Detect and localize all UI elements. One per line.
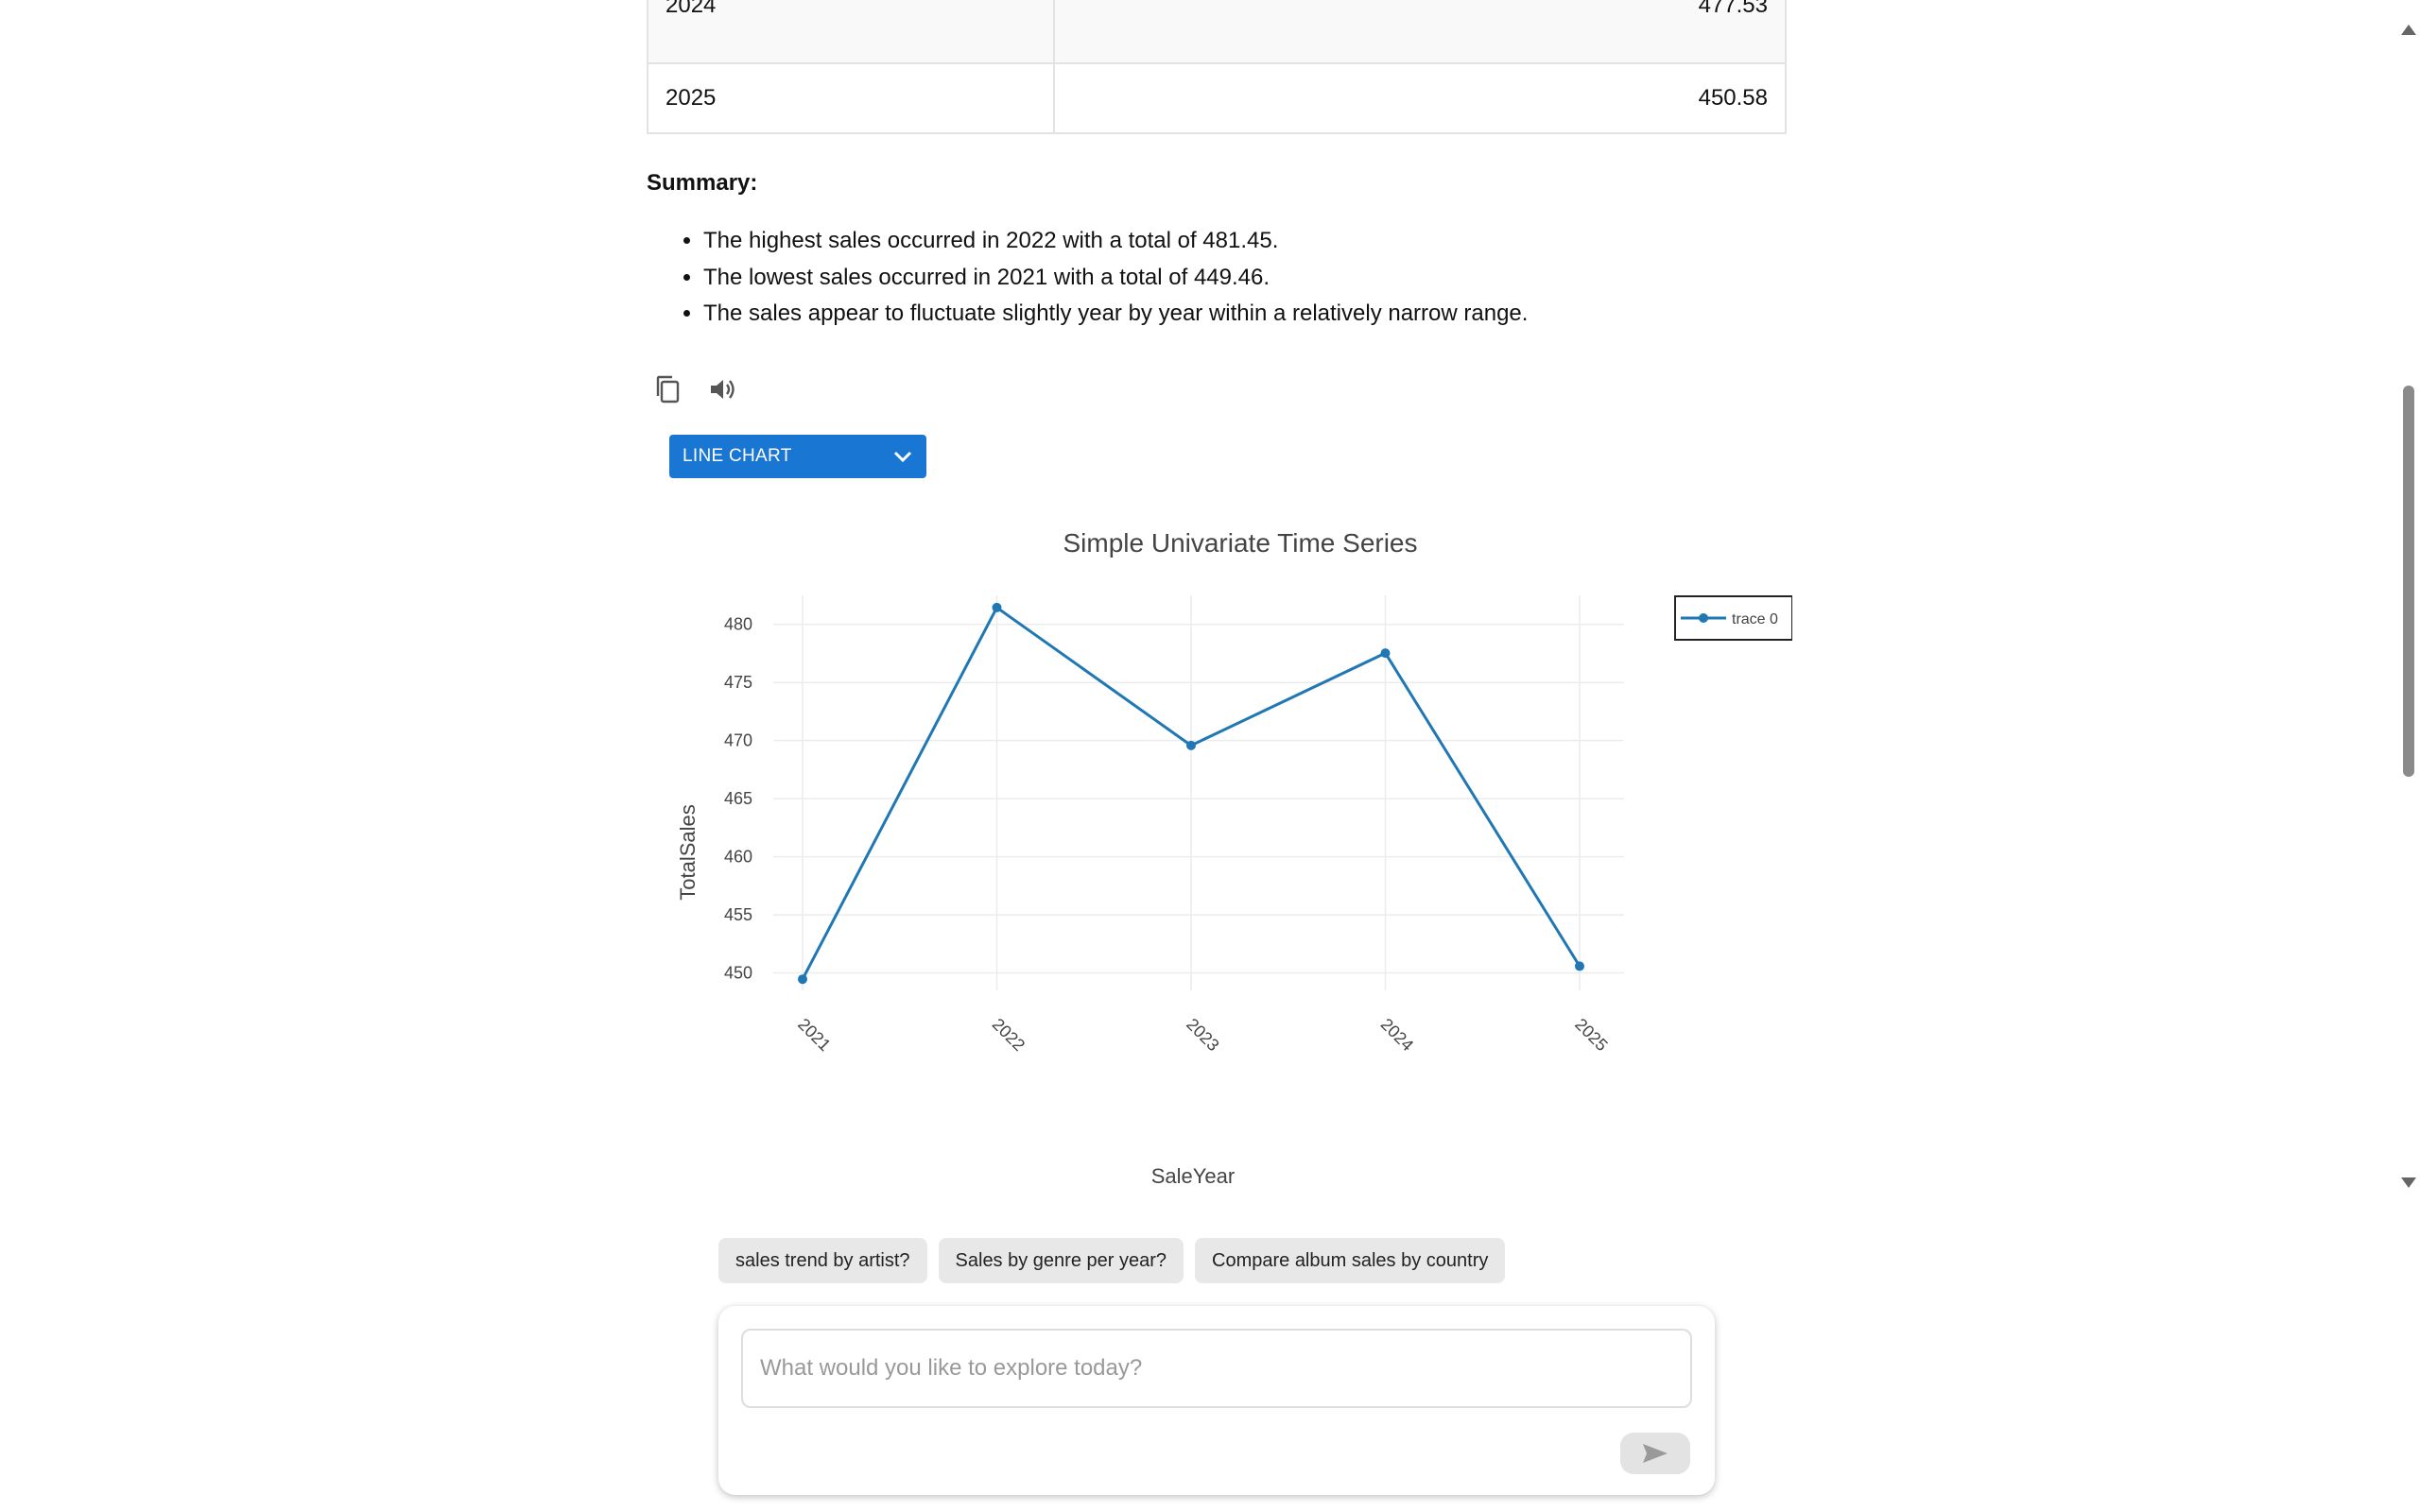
- suggestion-chips: sales trend by artist? Sales by genre pe…: [718, 1238, 1506, 1283]
- read-aloud-button[interactable]: [701, 369, 743, 410]
- legend-label: trace 0: [1732, 611, 1778, 627]
- x-tick-label: 2021: [794, 1015, 834, 1055]
- speaker-icon: [711, 380, 735, 399]
- copy-button[interactable]: [647, 369, 688, 410]
- summary-title: Summary:: [647, 170, 758, 196]
- x-axis-label: SaleYear: [1151, 1164, 1235, 1188]
- data-point[interactable]: [798, 974, 807, 985]
- summary-item: The sales appear to fluctuate slightly y…: [703, 296, 1528, 333]
- chart-title: Simple Univariate Time Series: [1063, 528, 1417, 558]
- chat-input[interactable]: [741, 1329, 1692, 1408]
- table-cell-total: 450.58: [1053, 62, 1787, 134]
- suggestion-chip[interactable]: sales trend by artist?: [718, 1238, 927, 1283]
- table-cell-total: 477.53: [1698, 0, 1768, 18]
- suggestion-chip[interactable]: Sales by genre per year?: [938, 1238, 1184, 1283]
- summary-list: The highest sales occurred in 2022 with …: [647, 223, 1528, 333]
- chevron-down-icon: [893, 451, 912, 463]
- y-tick-label: 470: [724, 731, 752, 750]
- table-row: 2025 450.58: [647, 62, 1787, 134]
- x-tick-label: 2025: [1571, 1015, 1611, 1055]
- chart-svg: Simple Univariate Time Series 450 455 460 4…: [676, 528, 1792, 1188]
- y-tick-label: 450: [724, 964, 752, 983]
- data-point[interactable]: [992, 602, 1002, 612]
- scroll-thumb[interactable]: [2403, 386, 2414, 777]
- y-tick-label: 460: [724, 848, 752, 867]
- x-tick-label: 2023: [1183, 1015, 1222, 1055]
- y-tick-label: 480: [724, 615, 752, 634]
- x-tick-label: 2024: [1377, 1015, 1417, 1055]
- summary-item: The lowest sales occurred in 2021 with a…: [703, 260, 1528, 297]
- scroll-up-arrow[interactable]: [2401, 25, 2416, 35]
- y-axis-label: TotalSales: [676, 804, 700, 901]
- y-tick-label: 465: [724, 789, 752, 808]
- scrollbar[interactable]: [2397, 0, 2420, 1198]
- sales-table: 2024 477.53 2025 450.58: [647, 0, 1787, 134]
- data-point[interactable]: [1186, 740, 1196, 750]
- y-tick-label: 455: [724, 905, 752, 924]
- chart-legend[interactable]: trace 0: [1674, 595, 1792, 641]
- suggestion-chip[interactable]: Compare album sales by country: [1195, 1238, 1506, 1283]
- line-chart: Simple Univariate Time Series 450 455 460 4…: [647, 510, 1792, 1200]
- data-point[interactable]: [1575, 961, 1584, 971]
- table-cell-year: 2025: [647, 62, 1055, 134]
- chart-type-select[interactable]: LINE CHART: [669, 435, 926, 478]
- send-icon: [1643, 1444, 1668, 1463]
- summary-item: The highest sales occurred in 2022 with …: [703, 223, 1528, 260]
- table-row: 2024 477.53: [647, 0, 1787, 64]
- chart-type-value: LINE CHART: [683, 446, 792, 466]
- copy-icon: [656, 375, 680, 404]
- send-button[interactable]: [1620, 1433, 1690, 1474]
- data-point[interactable]: [1380, 648, 1391, 659]
- y-tick-label: 475: [724, 673, 752, 692]
- scroll-down-arrow[interactable]: [2401, 1177, 2416, 1188]
- table-cell-year: 2024: [666, 0, 717, 18]
- x-tick-label: 2022: [989, 1015, 1028, 1055]
- message-composer: [718, 1306, 1715, 1495]
